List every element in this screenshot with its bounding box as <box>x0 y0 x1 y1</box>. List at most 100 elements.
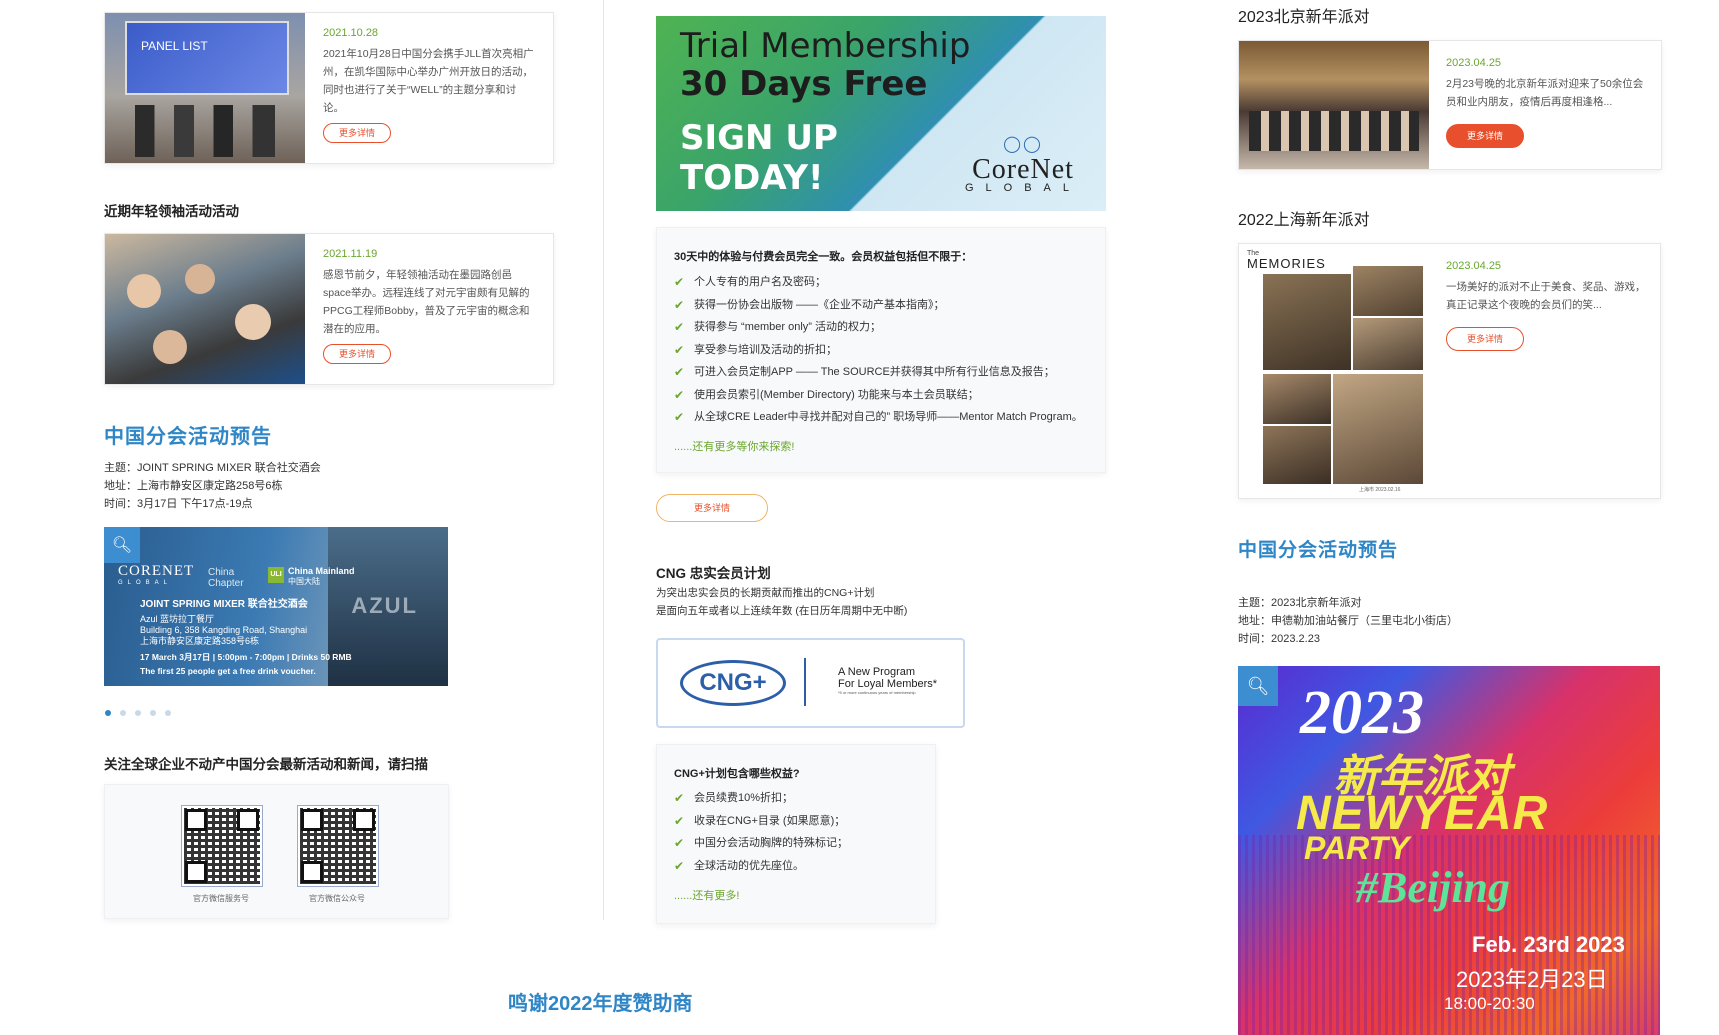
chapter-preview-title: 中国分会活动预告 <box>104 426 272 448</box>
party-card-beijing: 2023.04.25 2月23号晚的北京新年派对迎来了50余位会员和业内朋友，疫… <box>1238 40 1662 170</box>
carousel-dot-active[interactable] <box>105 710 111 716</box>
more-details-button[interactable]: 更多详情 <box>1446 327 1524 351</box>
poster-when: 17 March 3月17日 | 5:00pm - 7:00pm | Drink… <box>140 652 352 662</box>
cng-logo-box: CNG+ A New Program For Loyal Members* *5… <box>656 638 965 728</box>
cng-benefits-list: ✔ 会员续费10%折扣； ✔ 收录在CNG+目录 (如果愿意)； ✔ 中国分会活动胸牌的特… <box>674 787 848 877</box>
cng-desc-1: 为突出忠实会员的长期贡献而推出的CNG+计划 <box>656 587 875 599</box>
list-item: ✔ 享受参与培训及活动的折扣； <box>674 339 1083 362</box>
event-photo <box>105 234 305 384</box>
corenet-logo: CORENET GLOBAL <box>118 563 195 586</box>
banner-line1: Trial Membership <box>680 26 971 66</box>
new-year-party-poster[interactable]: 2023 新年派对 NEWYEAR PARTY #Beijing Feb. 23… <box>1238 666 1660 1035</box>
party-date: 2023.04.25 <box>1446 57 1502 69</box>
list-item: ✔ 全球活动的优先座位。 <box>674 855 848 878</box>
memories-title: MEMORIES <box>1247 256 1326 271</box>
follow-title: 关注全球企业不动产中国分会最新活动和新闻，请扫描 <box>104 757 428 772</box>
cng-more-link[interactable]: ......还有更多! <box>674 887 739 903</box>
trial-membership-banner[interactable]: Trial Membership 30 Days Free SIGN UP TO… <box>656 16 1106 211</box>
event-desc: 2021年10月28日中国分会携手JLL首次亮相广州，在凯华国际中心举办广州开放… <box>323 48 534 114</box>
cng-desc-2: 是面向五年或者以上连续年数 (在日历年周期中无中断) <box>656 605 908 617</box>
more-details-button[interactable]: 更多详情 <box>323 123 391 143</box>
party-date: 2023.04.25 <box>1446 260 1502 272</box>
poster-year: 2023 <box>1300 679 1424 747</box>
cng-tag-1: A New Program <box>838 666 916 678</box>
more-details-button[interactable]: 更多详情 <box>323 344 391 364</box>
list-item: ✔ 可进入会员定制APP —— The SOURCE并获得其中所有行业信息及报告； <box>674 361 1083 384</box>
qr-code-official <box>297 805 379 887</box>
preview-subject: 主题：JOINT SPRING MIXER 联合社交酒会 <box>104 462 321 474</box>
carousel-dot[interactable] <box>165 710 171 716</box>
qr-card: 官方微信服务号 官方微信公众号 <box>104 784 449 919</box>
carousel-dot[interactable] <box>135 710 141 716</box>
check-icon: ✔ <box>674 387 685 402</box>
poster-venue-address: Building 6, 358 Kangding Road, Shanghai <box>140 625 308 635</box>
uli-cn: 中国大陆 <box>288 577 320 586</box>
check-icon: ✔ <box>674 836 685 850</box>
memories-collage: The MEMORIES 上海市 2023.02.16 <box>1239 244 1434 498</box>
collage-caption: 上海市 2023.02.16 <box>1359 487 1401 493</box>
poster-venue-address-cn: 上海市静安区康定路358号6栋 <box>140 636 260 646</box>
event-card-guangzhou: PANEL LIST 2021.10.28 2021年10月28日中国分会携手J… <box>104 12 554 164</box>
check-icon: ✔ <box>674 320 685 334</box>
beijing-party-title: 2023北京新年派对 <box>1238 9 1370 26</box>
carousel-dot[interactable] <box>120 710 126 716</box>
preview-subject: 主题：2023北京新年派对 <box>1238 597 1362 609</box>
benefits-card: 30天中的体验与付费会员完全一致。会员权益包括但不限于： ✔ 个人专有的用户名及密… <box>656 227 1106 473</box>
check-icon: ✔ <box>674 365 685 379</box>
young-leaders-title: 近期年轻领袖活动活动 <box>104 204 239 219</box>
preview-time: 时间：2023.2.23 <box>1238 633 1320 645</box>
check-icon: ✔ <box>674 813 685 828</box>
poster-venue: Azul 蓝坊拉丁餐厅 <box>140 614 215 624</box>
list-item: ✔ 中国分会活动胸牌的特殊标记； <box>674 832 848 855</box>
panel-list-text: PANEL LIST <box>141 39 208 53</box>
event-date: 2021.10.28 <box>323 27 379 39</box>
event-date: 2021.11.19 <box>323 248 378 260</box>
event-card-young-leaders: 2021.11.19 感恩节前夕，年轻领袖活动在墨园路创邑space举办。远程连… <box>104 233 554 385</box>
cng-logo: CNG+ <box>680 660 786 706</box>
list-item: ✔ 收录在CNG+目录 (如果愿意)； <box>674 810 848 833</box>
qr-label-service: 官方微信服务号 <box>193 894 249 903</box>
poster-date-cn: 2023年2月23日 <box>1456 967 1608 992</box>
check-icon: ✔ <box>674 342 685 357</box>
zoom-icon[interactable]: 🔍︎ <box>1238 666 1278 706</box>
more-details-button[interactable]: 更多详情 <box>1446 124 1524 148</box>
preview-address: 地址：申德勒加油站餐厅（三里屯北小街店） <box>1238 615 1458 627</box>
cng-tag-2: For Loyal Members* <box>838 678 938 690</box>
party-card-shanghai: The MEMORIES 上海市 2023.02.16 2023.04.25 一… <box>1238 243 1661 499</box>
spring-mixer-poster[interactable]: AZUL CORENET GLOBAL China Chapter ULI Ch… <box>104 527 448 686</box>
zoom-icon[interactable]: 🔍︎ <box>104 527 140 563</box>
poster-date-en: Feb. 23rd 2023 <box>1472 932 1625 957</box>
check-icon: ✔ <box>674 858 685 873</box>
list-item: ✔ 获得参与 “member only” 活动的权力； <box>674 316 1083 339</box>
event-photo: PANEL LIST <box>105 13 305 163</box>
party-photo <box>1239 41 1429 169</box>
more-details-button[interactable]: 更多详情 <box>656 494 768 522</box>
preview-time: 时间：3月17日 下午17点-19点 <box>104 498 253 510</box>
poster-title: JOINT SPRING MIXER 联合社交酒会 <box>140 599 308 610</box>
qr-label-official: 官方微信公众号 <box>309 894 365 903</box>
carousel-dot[interactable] <box>150 710 156 716</box>
cng-benefits-card: CNG+计划包含哪些权益? ✔ 会员续费10%折扣； ✔ 收录在CNG+目录 (如果愿… <box>656 744 936 924</box>
chapter-preview-title-right: 中国分会活动预告 <box>1238 540 1399 561</box>
shanghai-party-title: 2022上海新年派对 <box>1238 212 1370 229</box>
event-desc: 感恩节前夕，年轻领袖活动在墨园路创邑space举办。远程连线了对元宇宙颇有见解的… <box>323 269 530 335</box>
azul-sign: AZUL <box>351 593 418 618</box>
list-item: ✔ 会员续费10%折扣； <box>674 787 848 810</box>
qr-code-service <box>181 805 263 887</box>
check-icon: ✔ <box>674 410 685 424</box>
list-item: ✔ 获得一份协会出版物 ——《企业不动产基本指南》； <box>674 294 1083 317</box>
benefits-more-link[interactable]: ......还有更多等你来探索! <box>674 438 794 454</box>
banner-line4: TODAY! <box>680 158 824 198</box>
cng-title: CNG 忠实会员计划 <box>656 566 771 581</box>
check-icon: ✔ <box>674 791 685 805</box>
chapter-label: China Chapter <box>208 567 244 589</box>
banner-line2: 30 Days Free <box>680 64 928 104</box>
party-desc: 2月23号晚的北京新年派对迎来了50余位会员和业内朋友，疫情后再度相逢格... <box>1446 78 1644 108</box>
uli-text: China Mainland <box>288 566 355 576</box>
list-item: ✔ 个人专有的用户名及密码； <box>674 271 1083 294</box>
banner-line3: SIGN UP <box>680 118 838 158</box>
poster-beijing: #Beijing <box>1356 863 1511 912</box>
column-divider <box>603 0 604 920</box>
sponsor-title: 鸣谢2022年度赞助商 <box>508 993 693 1015</box>
poster-note: The first 25 people get a free drink vou… <box>140 666 316 676</box>
